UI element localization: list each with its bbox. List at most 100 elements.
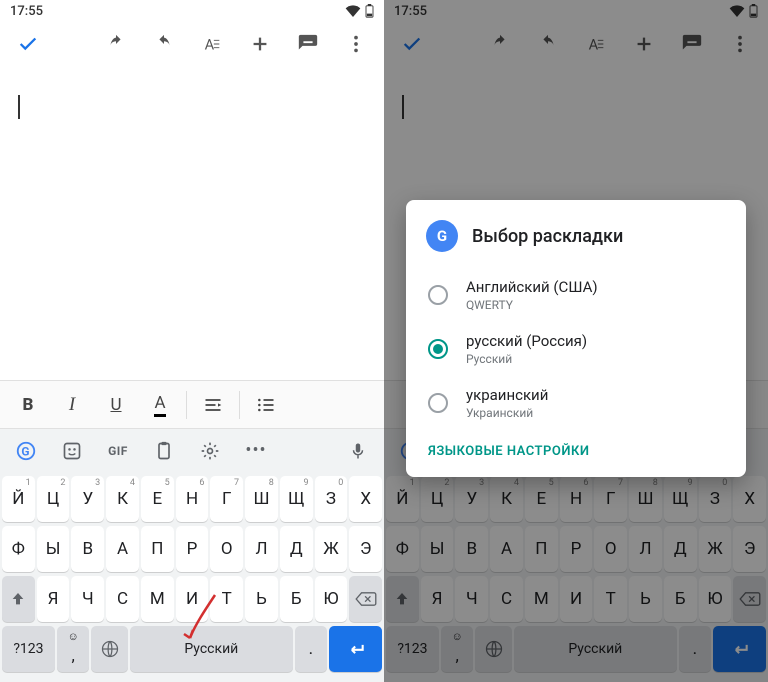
- letter-key[interactable]: Л: [245, 526, 278, 572]
- letter-key[interactable]: Я: [37, 576, 70, 622]
- letter-key[interactable]: Ш8: [629, 476, 662, 522]
- underline-button[interactable]: U: [94, 383, 138, 427]
- comment-button[interactable]: [670, 22, 714, 66]
- letter-key[interactable]: И: [560, 576, 593, 622]
- letter-key[interactable]: К4: [490, 476, 523, 522]
- settings-button[interactable]: [190, 431, 230, 471]
- letter-key[interactable]: Н6: [560, 476, 593, 522]
- letter-key[interactable]: Р: [176, 526, 209, 572]
- period-key[interactable]: .: [679, 626, 712, 672]
- letter-key[interactable]: В: [71, 526, 104, 572]
- language-switch-key[interactable]: [91, 626, 128, 672]
- letter-key[interactable]: Д: [280, 526, 313, 572]
- spacebar-key[interactable]: Русский: [514, 626, 677, 672]
- shift-key[interactable]: [2, 576, 35, 622]
- letter-key[interactable]: Н6: [176, 476, 209, 522]
- letter-key[interactable]: Б: [280, 576, 313, 622]
- letter-key[interactable]: Щ9: [280, 476, 313, 522]
- clipboard-button[interactable]: [144, 431, 184, 471]
- letter-key[interactable]: Х: [733, 476, 766, 522]
- comment-button[interactable]: [286, 22, 330, 66]
- letter-key[interactable]: Ж: [315, 526, 348, 572]
- letter-key[interactable]: Ы: [421, 526, 454, 572]
- letter-key[interactable]: М: [141, 576, 174, 622]
- backspace-key[interactable]: [733, 576, 766, 622]
- letter-key[interactable]: Ю: [315, 576, 348, 622]
- layout-option-english[interactable]: Английский (США)QWERTY: [422, 268, 730, 322]
- more-button[interactable]: •••: [236, 431, 276, 471]
- letter-key[interactable]: Ю: [699, 576, 732, 622]
- letter-key[interactable]: Й1: [2, 476, 35, 522]
- document-area[interactable]: [0, 66, 384, 380]
- period-key[interactable]: .: [295, 626, 328, 672]
- letter-key[interactable]: А: [490, 526, 523, 572]
- emoji-comma-key[interactable]: ☺,: [441, 626, 474, 672]
- letter-key[interactable]: Ь: [245, 576, 278, 622]
- italic-button[interactable]: I: [50, 383, 94, 427]
- gif-button[interactable]: GIF: [98, 431, 138, 471]
- letter-key[interactable]: Я: [421, 576, 454, 622]
- undo-button[interactable]: [94, 22, 138, 66]
- text-format-button[interactable]: A: [190, 22, 234, 66]
- redo-button[interactable]: [526, 22, 570, 66]
- letter-key[interactable]: П: [525, 526, 558, 572]
- text-color-button[interactable]: A: [138, 383, 182, 427]
- letter-key[interactable]: Д: [664, 526, 697, 572]
- letter-key[interactable]: Б: [664, 576, 697, 622]
- backspace-key[interactable]: [349, 576, 382, 622]
- align-button[interactable]: [191, 383, 235, 427]
- letter-key[interactable]: У3: [71, 476, 104, 522]
- letter-key[interactable]: П: [141, 526, 174, 572]
- letter-key[interactable]: Ы: [37, 526, 70, 572]
- letter-key[interactable]: Е5: [525, 476, 558, 522]
- layout-option-russian[interactable]: русский (Россия)Русский: [422, 322, 730, 376]
- letter-key[interactable]: Ж: [699, 526, 732, 572]
- language-switch-key[interactable]: [475, 626, 512, 672]
- overflow-menu-button[interactable]: [334, 22, 378, 66]
- layout-option-ukrainian[interactable]: украинскийУкраинский: [422, 376, 730, 430]
- overflow-menu-button[interactable]: [718, 22, 762, 66]
- letter-key[interactable]: Р: [560, 526, 593, 572]
- undo-button[interactable]: [478, 22, 522, 66]
- google-search-button[interactable]: G: [6, 431, 46, 471]
- letter-key[interactable]: Щ9: [664, 476, 697, 522]
- letter-key[interactable]: Г7: [210, 476, 243, 522]
- letter-key[interactable]: Й1: [386, 476, 419, 522]
- letter-key[interactable]: З0: [699, 476, 732, 522]
- bold-button[interactable]: B: [6, 383, 50, 427]
- letter-key[interactable]: О: [210, 526, 243, 572]
- letter-key[interactable]: Ц2: [421, 476, 454, 522]
- language-settings-link[interactable]: ЯЗЫКОВЫЕ НАСТРОЙКИ: [422, 430, 730, 463]
- letter-key[interactable]: Ч: [71, 576, 104, 622]
- letter-key[interactable]: У3: [455, 476, 488, 522]
- numeric-key[interactable]: ?123: [2, 626, 55, 672]
- letter-key[interactable]: Ц2: [37, 476, 70, 522]
- letter-key[interactable]: О: [594, 526, 627, 572]
- letter-key[interactable]: Л: [629, 526, 662, 572]
- emoji-comma-key[interactable]: ☺,: [57, 626, 90, 672]
- insert-button[interactable]: [238, 22, 282, 66]
- letter-key[interactable]: Т: [594, 576, 627, 622]
- letter-key[interactable]: Ф: [2, 526, 35, 572]
- letter-key[interactable]: Х: [349, 476, 382, 522]
- voice-input-button[interactable]: [338, 431, 378, 471]
- letter-key[interactable]: К4: [106, 476, 139, 522]
- letter-key[interactable]: Э: [733, 526, 766, 572]
- done-button[interactable]: [6, 22, 50, 66]
- letter-key[interactable]: В: [455, 526, 488, 572]
- letter-key[interactable]: Ч: [455, 576, 488, 622]
- enter-key[interactable]: [713, 626, 766, 672]
- sticker-button[interactable]: [52, 431, 92, 471]
- enter-key[interactable]: [329, 626, 382, 672]
- numeric-key[interactable]: ?123: [386, 626, 439, 672]
- letter-key[interactable]: Ь: [629, 576, 662, 622]
- redo-button[interactable]: [142, 22, 186, 66]
- shift-key[interactable]: [386, 576, 419, 622]
- letter-key[interactable]: З0: [315, 476, 348, 522]
- letter-key[interactable]: Ш8: [245, 476, 278, 522]
- letter-key[interactable]: М: [525, 576, 558, 622]
- text-format-button[interactable]: A: [574, 22, 618, 66]
- insert-button[interactable]: [622, 22, 666, 66]
- done-button[interactable]: [390, 22, 434, 66]
- letter-key[interactable]: Е5: [141, 476, 174, 522]
